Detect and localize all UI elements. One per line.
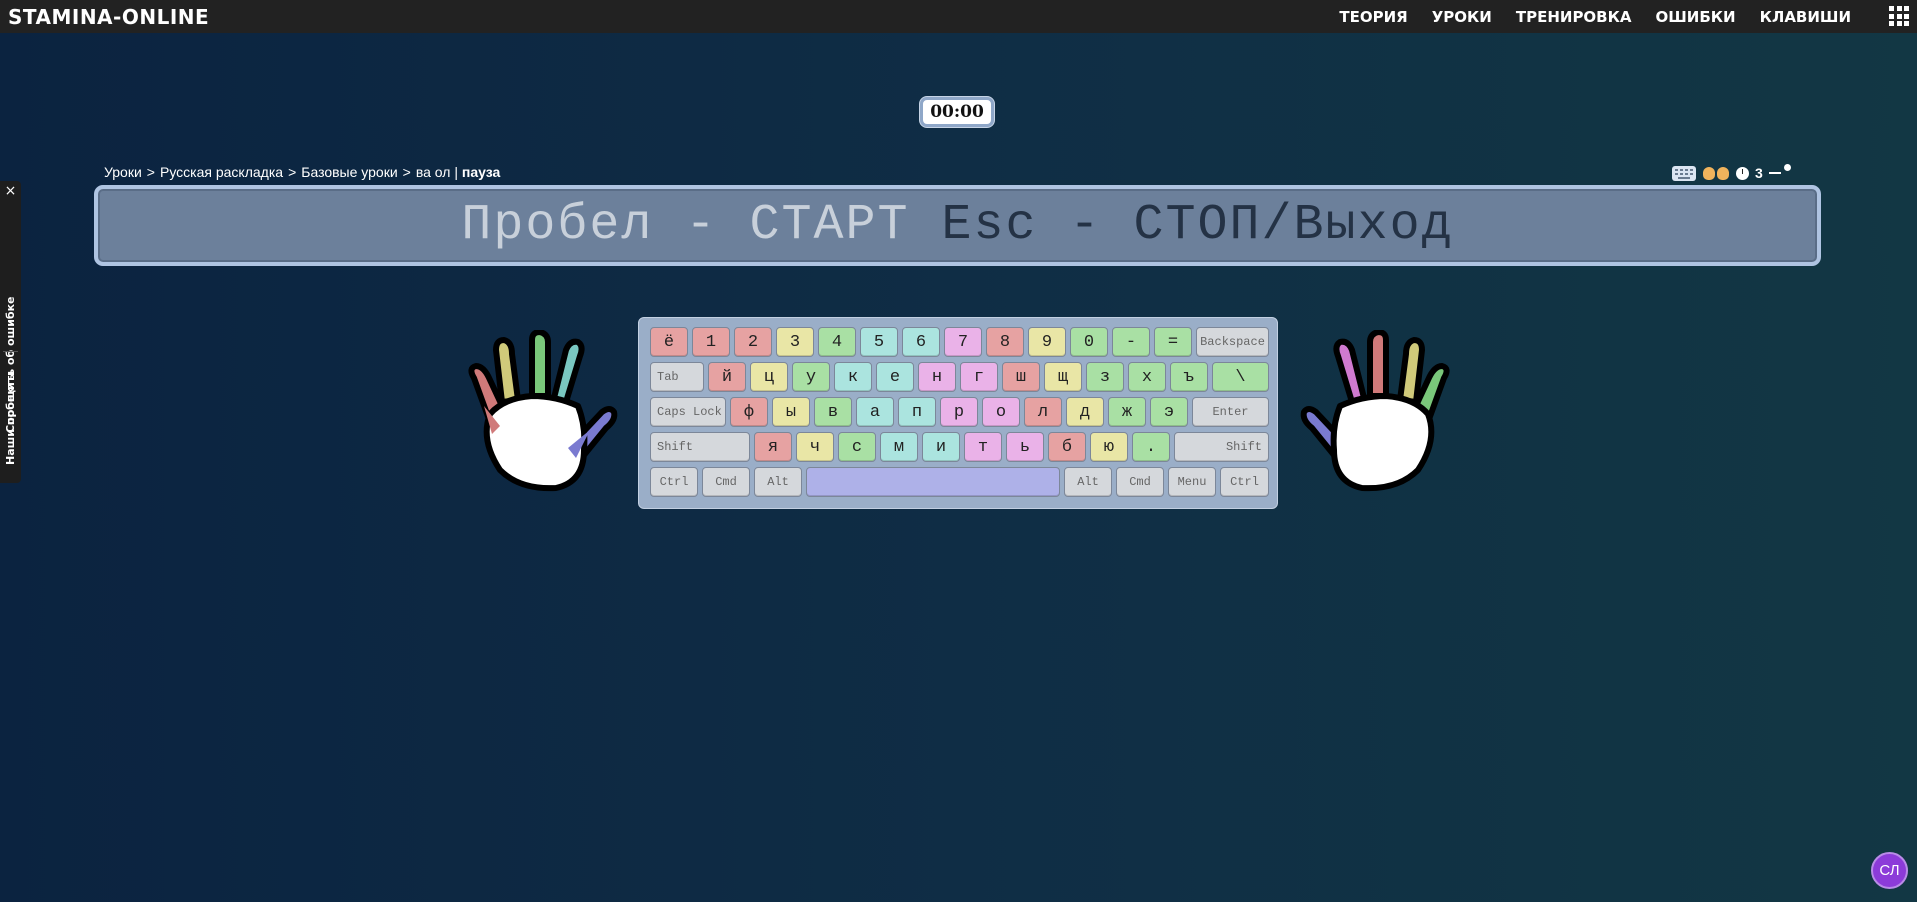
key-m[interactable]: м xyxy=(880,432,918,462)
nav-item-errors[interactable]: ОШИБКИ xyxy=(1644,8,1748,26)
key-yo[interactable]: ё xyxy=(650,327,688,357)
key-minus[interactable]: - xyxy=(1112,327,1150,357)
key-shift-left[interactable]: Shift xyxy=(650,432,750,462)
site-logo[interactable]: STAMINA-ONLINE xyxy=(8,5,209,29)
lesson-toolbar: 3 xyxy=(1672,163,1794,183)
key-1[interactable]: 1 xyxy=(692,327,730,357)
key-i-kratkoe[interactable]: й xyxy=(708,362,746,392)
key-yu[interactable]: ю xyxy=(1090,432,1128,462)
key-e[interactable]: е xyxy=(876,362,914,392)
key-shift-right[interactable]: Shift xyxy=(1174,432,1269,462)
key-tab[interactable]: Tab xyxy=(650,362,704,392)
key-t[interactable]: т xyxy=(964,432,1002,462)
key-space[interactable] xyxy=(806,467,1060,497)
breadcrumb-layout[interactable]: Русская раскладка xyxy=(160,164,283,180)
key-backslash[interactable]: \ xyxy=(1212,362,1269,392)
settings-icon[interactable] xyxy=(1783,163,1791,171)
key-ctrl-right[interactable]: Ctrl xyxy=(1220,467,1269,497)
key-z[interactable]: з xyxy=(1086,362,1124,392)
key-3[interactable]: 3 xyxy=(776,327,814,357)
key-alt-left[interactable]: Alt xyxy=(754,467,802,497)
key-9[interactable]: 9 xyxy=(1028,327,1066,357)
nav-item-keys[interactable]: КЛАВИШИ xyxy=(1748,8,1863,26)
hands-toggle-icon[interactable] xyxy=(1702,165,1730,181)
right-hand-icon xyxy=(1300,330,1450,492)
key-menu[interactable]: Menu xyxy=(1168,467,1216,497)
key-ctrl-left[interactable]: Ctrl xyxy=(650,467,698,497)
breadcrumb-separator: > xyxy=(146,164,155,180)
main-nav: ТЕОРИЯ УРОКИ ТРЕНИРОВКА ОШИБКИ КЛАВИШИ xyxy=(1327,0,1863,33)
key-l[interactable]: л xyxy=(1024,397,1062,427)
key-ch[interactable]: ч xyxy=(796,432,834,462)
key-caps-lock[interactable]: Caps Lock xyxy=(650,397,726,427)
key-k[interactable]: к xyxy=(834,362,872,392)
key-5[interactable]: 5 xyxy=(860,327,898,357)
key-0[interactable]: 0 xyxy=(1070,327,1108,357)
key-8[interactable]: 8 xyxy=(986,327,1024,357)
key-n[interactable]: н xyxy=(918,362,956,392)
keyboard-toggle-icon[interactable] xyxy=(1672,165,1696,181)
key-alt-right[interactable]: Alt xyxy=(1064,467,1112,497)
key-sh[interactable]: ш xyxy=(1002,362,1040,392)
key-b[interactable]: б xyxy=(1048,432,1086,462)
nav-item-lessons[interactable]: УРОКИ xyxy=(1420,8,1504,26)
breadcrumb-separator: > xyxy=(288,164,297,180)
key-2[interactable]: 2 xyxy=(734,327,772,357)
breadcrumb-lesson: ва ол xyxy=(415,164,451,180)
stop-instruction: Esc - СТОП/Выход xyxy=(941,197,1454,254)
grid-menu-icon[interactable] xyxy=(1889,6,1909,26)
key-r[interactable]: р xyxy=(940,397,978,427)
key-f[interactable]: ф xyxy=(730,397,768,427)
virtual-keyboard: ё 1 2 3 4 5 6 7 8 9 0 - = Backspace Tab … xyxy=(638,317,1278,509)
key-v[interactable]: в xyxy=(814,397,852,427)
typing-text-panel: Пробел - СТАРТ Esc - СТОП/Выход xyxy=(94,185,1821,266)
key-equals[interactable]: = xyxy=(1154,327,1192,357)
key-7[interactable]: 7 xyxy=(944,327,982,357)
lesson-state: пауза xyxy=(461,164,501,180)
key-period[interactable]: . xyxy=(1132,432,1170,462)
our-projects-tab[interactable]: Наши проекты xyxy=(0,358,21,478)
key-shch[interactable]: щ xyxy=(1044,362,1082,392)
nav-item-training[interactable]: ТРЕНИРОВКА xyxy=(1504,8,1644,26)
key-s[interactable]: с xyxy=(838,432,876,462)
key-y[interactable]: ы xyxy=(772,397,810,427)
key-a[interactable]: а xyxy=(856,397,894,427)
minus-icon[interactable] xyxy=(1768,172,1781,174)
key-backspace[interactable]: Backspace xyxy=(1196,327,1269,357)
key-hard-sign[interactable]: ъ xyxy=(1170,362,1208,392)
key-i[interactable]: и xyxy=(922,432,960,462)
key-h[interactable]: х xyxy=(1128,362,1166,392)
key-ts[interactable]: ц xyxy=(750,362,788,392)
timer-display: 00:00 xyxy=(920,97,994,127)
clock-icon[interactable] xyxy=(1736,166,1749,180)
top-navigation-bar: STAMINA-ONLINE ТЕОРИЯ УРОКИ ТРЕНИРОВКА О… xyxy=(0,0,1917,33)
breadcrumb-divider: | xyxy=(454,164,458,180)
start-instruction: Пробел - СТАРТ xyxy=(461,197,910,254)
key-cmd-left[interactable]: Cmd xyxy=(702,467,750,497)
key-4[interactable]: 4 xyxy=(818,327,856,357)
breadcrumb-basic[interactable]: Базовые уроки xyxy=(301,164,397,180)
chat-avatar[interactable]: СЛ xyxy=(1871,852,1908,889)
close-icon[interactable]: × xyxy=(3,184,18,199)
key-u[interactable]: у xyxy=(792,362,830,392)
key-enter[interactable]: Enter xyxy=(1192,397,1269,427)
key-p[interactable]: п xyxy=(898,397,936,427)
key-d[interactable]: д xyxy=(1066,397,1104,427)
panel-instructions: Пробел - СТАРТ Esc - СТОП/Выход xyxy=(461,197,1453,254)
breadcrumb-lessons[interactable]: Уроки xyxy=(104,164,142,180)
key-g[interactable]: г xyxy=(960,362,998,392)
speed-value: 3 xyxy=(1755,165,1763,181)
nav-item-theory[interactable]: ТЕОРИЯ xyxy=(1327,8,1419,26)
breadcrumb-separator: > xyxy=(402,164,411,180)
side-divider xyxy=(3,351,18,352)
key-soft-sign[interactable]: ь xyxy=(1006,432,1044,462)
key-zh[interactable]: ж xyxy=(1108,397,1146,427)
left-hand-icon xyxy=(468,330,618,492)
key-ya[interactable]: я xyxy=(754,432,792,462)
key-cmd-right[interactable]: Cmd xyxy=(1116,467,1164,497)
key-6[interactable]: 6 xyxy=(902,327,940,357)
breadcrumb: Уроки > Русская раскладка > Базовые уроки > ва… xyxy=(104,164,500,180)
key-o[interactable]: о xyxy=(982,397,1020,427)
key-eh[interactable]: э xyxy=(1150,397,1188,427)
